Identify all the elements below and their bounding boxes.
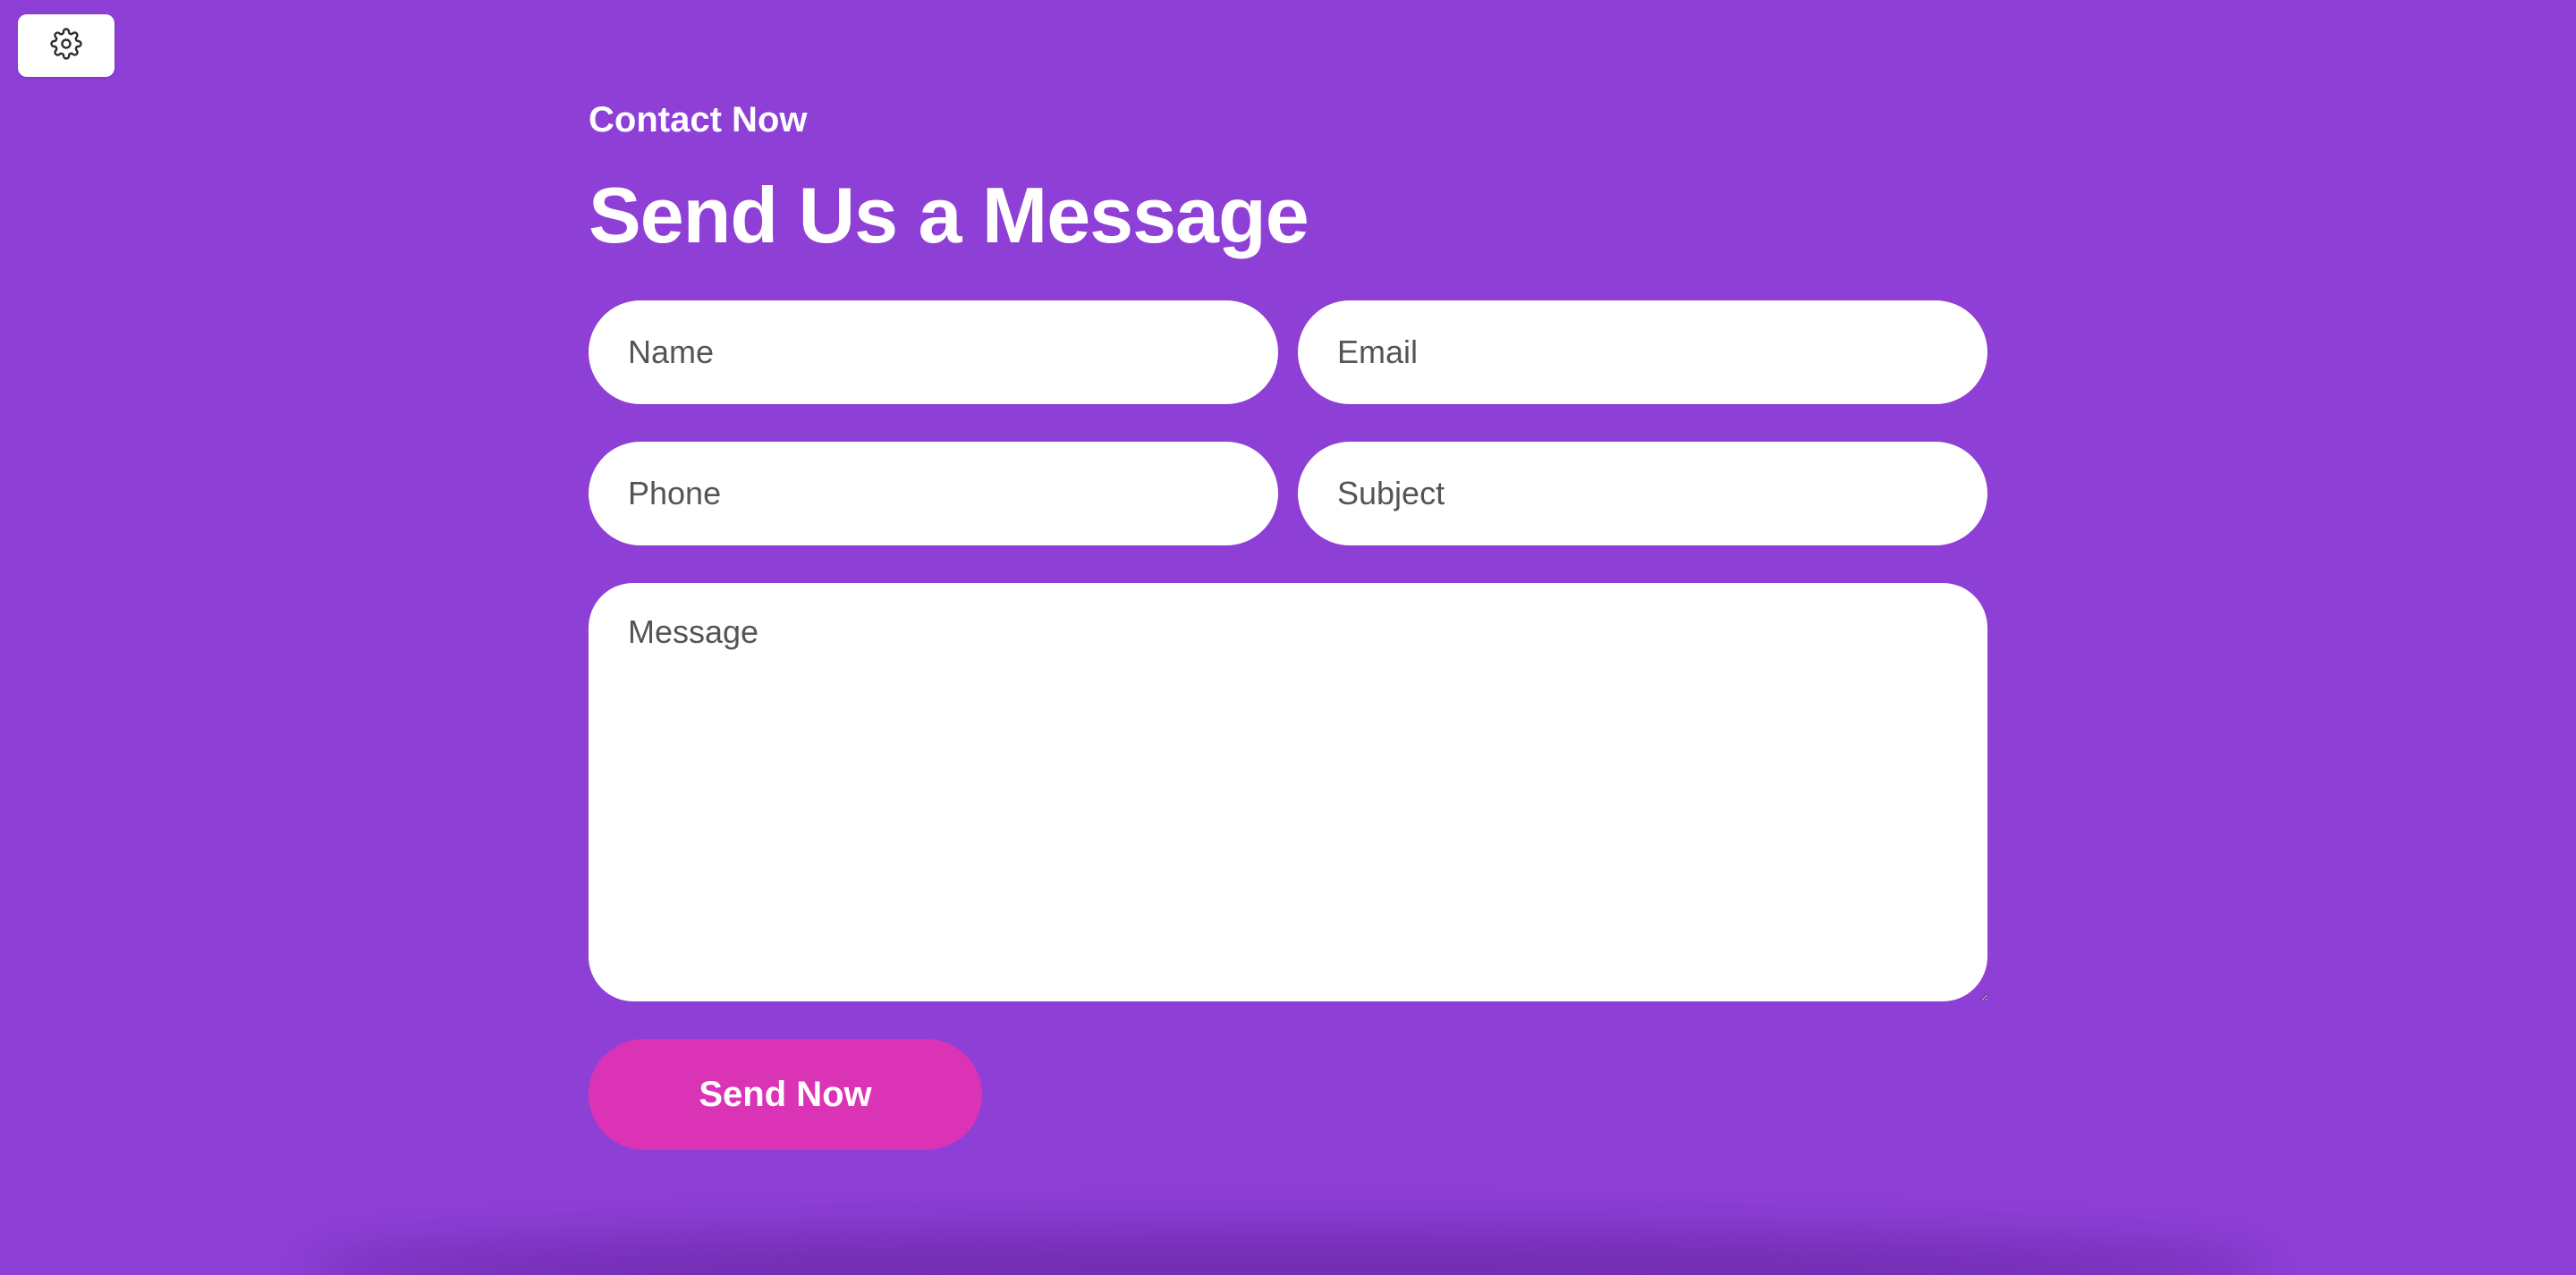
message-textarea[interactable] [589,583,1987,1001]
contact-form: Send Now [589,300,1987,1150]
form-row-2 [589,442,1987,545]
contact-section: Contact Now Send Us a Message Send Now [589,98,1987,1150]
name-input[interactable] [589,300,1278,404]
email-input[interactable] [1298,300,1987,404]
subject-input[interactable] [1298,442,1987,545]
section-eyebrow: Contact Now [589,100,808,139]
page-title: Send Us a Message [589,171,1309,259]
send-now-button[interactable]: Send Now [589,1039,982,1150]
phone-input[interactable] [589,442,1278,545]
settings-button[interactable] [18,14,114,77]
gear-icon [50,27,82,64]
bottom-shadow [304,1230,2272,1275]
page-frame: Contact Now Send Us a Message Send Now [0,0,2576,1275]
form-row-1 [589,300,1987,404]
